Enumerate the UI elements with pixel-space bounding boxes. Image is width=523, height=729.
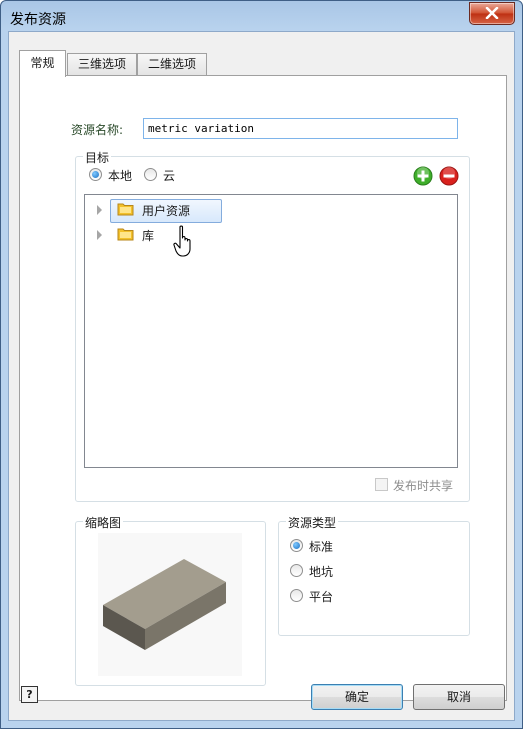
title-bar[interactable]: 发布资源 — [1, 1, 522, 33]
help-icon: ? — [26, 688, 33, 701]
window-title: 发布资源 — [10, 12, 66, 28]
resource-type-group: 资源类型 — [278, 514, 470, 636]
folder-icon — [117, 203, 134, 216]
close-button[interactable] — [469, 2, 515, 25]
tab-3d-options[interactable]: 三维选项 — [67, 53, 137, 76]
tree-item-label: 用户资源 — [142, 204, 191, 218]
close-icon — [485, 7, 499, 19]
tree-item-user-resources[interactable]: 用户资源 — [85, 199, 455, 223]
folder-icon — [117, 228, 134, 241]
cloud-radio[interactable] — [144, 168, 157, 181]
hand-cursor-icon — [173, 225, 191, 257]
help-button[interactable]: ? — [21, 686, 38, 703]
thumbnail-group-label: 缩略图 — [83, 514, 124, 531]
target-tree[interactable]: 用户资源 库 — [84, 194, 458, 468]
ok-button[interactable]: 确定 — [311, 684, 403, 710]
local-radio-label[interactable]: 本地 — [108, 167, 132, 184]
share-checkbox[interactable] — [375, 478, 388, 491]
tab-panel-general: 资源名称: 目标 本地 云 — [19, 75, 507, 701]
standard-radio[interactable] — [290, 539, 303, 552]
thumbnail-preview — [98, 533, 242, 676]
expand-arrow-icon[interactable] — [97, 230, 102, 240]
share-checkbox-label: 发布时共享 — [393, 479, 454, 493]
dialog-window: 发布资源 常规 三维选项 二维选项 资源名称: 目标 本地 云 — [0, 0, 523, 729]
resource-name-input[interactable] — [143, 118, 458, 139]
expand-arrow-icon[interactable] — [97, 205, 102, 215]
tree-item-library[interactable]: 库 — [85, 224, 455, 246]
cloud-radio-label[interactable]: 云 — [163, 167, 175, 184]
pit-radio-label[interactable]: 地坑 — [309, 563, 333, 580]
tab-2d-options[interactable]: 二维选项 — [137, 53, 207, 76]
dialog-client-area: 常规 三维选项 二维选项 资源名称: 目标 本地 云 — [8, 31, 515, 721]
standard-radio-label[interactable]: 标准 — [309, 538, 333, 555]
add-icon[interactable] — [413, 166, 433, 186]
pit-radio[interactable] — [290, 564, 303, 577]
cancel-button[interactable]: 取消 — [413, 684, 505, 710]
resource-name-label: 资源名称: — [71, 123, 124, 137]
target-group-label: 目标 — [83, 149, 112, 166]
platform-radio[interactable] — [290, 589, 303, 602]
slab-thumbnail-image — [103, 559, 226, 650]
remove-icon[interactable] — [439, 166, 459, 186]
tree-item-label: 库 — [142, 229, 155, 243]
platform-radio-label[interactable]: 平台 — [309, 588, 333, 605]
tab-general[interactable]: 常规 — [19, 50, 66, 77]
resource-type-group-label: 资源类型 — [286, 514, 339, 531]
local-radio[interactable] — [89, 168, 102, 181]
